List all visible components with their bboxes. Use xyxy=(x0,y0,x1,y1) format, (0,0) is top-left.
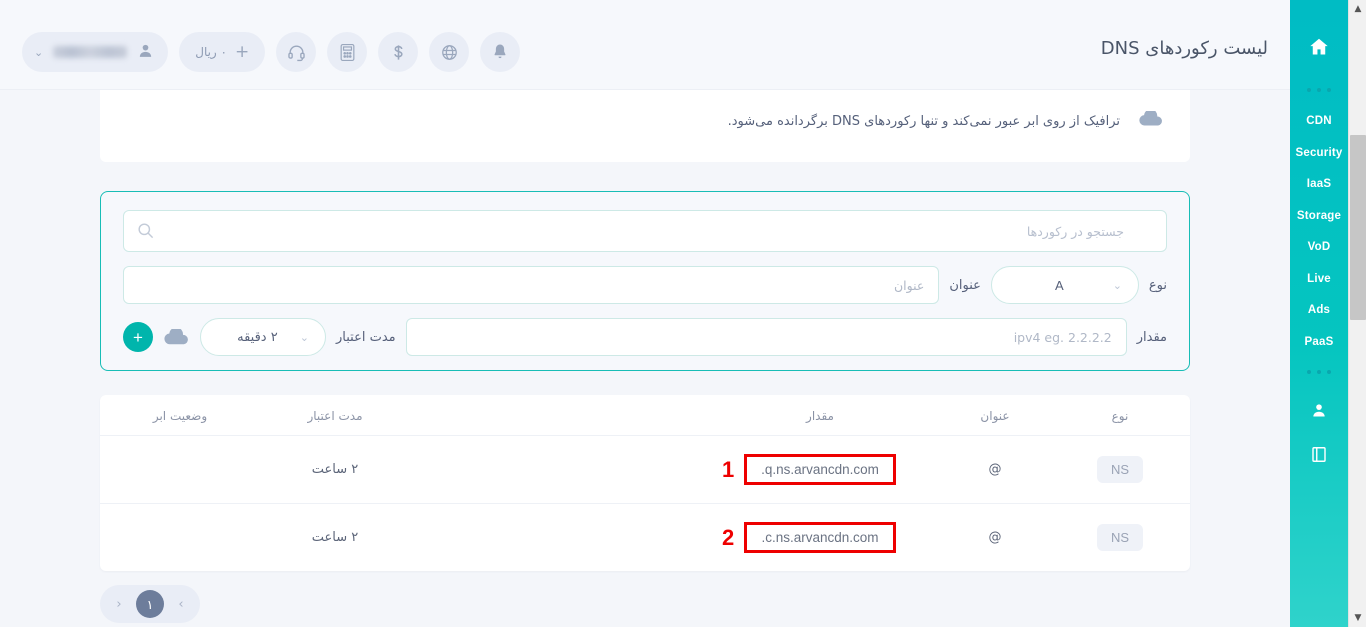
calculator-icon[interactable] xyxy=(327,32,368,72)
th-value: مقدار xyxy=(806,409,834,423)
th-type: نوع xyxy=(1111,409,1129,423)
page-title: لیست رکوردهای DNS xyxy=(1100,38,1268,59)
header-actions: ⌄ + ۰ ریال xyxy=(22,32,521,72)
pagination: ‹ ۱ › xyxy=(100,585,200,623)
table-row[interactable]: NS @ 1 q.ns.arvancdn.com. ۲ ساعت xyxy=(100,435,1190,504)
record-type-badge: NS xyxy=(1096,524,1144,551)
dns-records-table-card: نوع عنوان مقدار مدت اعتبار وضعیت ابر NS … xyxy=(100,395,1190,571)
title-input[interactable] xyxy=(123,266,940,304)
cell-title: @ xyxy=(940,503,1050,571)
cell-ttl: ۲ ساعت xyxy=(260,503,410,571)
cell-ttl: ۲ ساعت xyxy=(260,435,410,504)
sidebar-item-ads[interactable]: Ads xyxy=(1290,295,1348,327)
page-scrollbar[interactable]: ▲ ▼ xyxy=(1348,0,1366,627)
pagination-current-page[interactable]: ۱ xyxy=(136,590,164,618)
cloud-toggle-icon[interactable] xyxy=(163,328,190,346)
app-header: لیست رکوردهای DNS ⌄ + ۰ ریال xyxy=(0,0,1290,90)
nav-divider-dots-top xyxy=(1307,88,1331,92)
annotation-number: 2 xyxy=(722,524,735,550)
sidebar-item-vod[interactable]: VoD xyxy=(1290,232,1348,264)
bell-icon[interactable] xyxy=(480,32,521,72)
search-icon xyxy=(135,221,155,241)
record-value: c.ns.arvancdn.com. xyxy=(744,522,896,553)
record-type-badge: NS xyxy=(1096,456,1144,483)
cell-value: 2 c.ns.arvancdn.com. xyxy=(700,503,940,571)
user-icon xyxy=(137,42,154,63)
balance-chip[interactable]: + ۰ ریال xyxy=(179,32,266,72)
search-field-wrapper xyxy=(123,210,1167,252)
sidebar-item-storage[interactable]: Storage xyxy=(1290,201,1348,233)
sidebar-item-security[interactable]: Security xyxy=(1290,138,1348,170)
form-row-value-ttl: مقدار مدت اعتبار ⌄ ۲ دقیقه + xyxy=(123,318,1167,356)
record-value: q.ns.arvancdn.com. xyxy=(744,454,896,485)
cell-type: NS xyxy=(1050,503,1190,571)
value-label: مقدار xyxy=(1136,329,1167,345)
chevron-down-icon: ⌄ xyxy=(34,45,44,59)
balance-amount: ۰ ریال xyxy=(195,45,227,59)
pagination-next-button[interactable]: › xyxy=(170,593,192,615)
cloud-icon-grey xyxy=(1138,109,1164,131)
ttl-select[interactable]: ⌄ ۲ دقیقه xyxy=(200,318,326,356)
cell-cloud-status xyxy=(100,503,260,571)
type-select-value: A xyxy=(1054,277,1064,293)
add-record-button[interactable]: + xyxy=(123,322,153,352)
cell-spacer xyxy=(410,435,700,504)
cell-value: 1 q.ns.arvancdn.com. xyxy=(700,435,940,504)
ttl-label: مدت اعتبار xyxy=(336,329,396,345)
scrollbar-thumb[interactable] xyxy=(1350,135,1366,320)
th-cloud-status: وضعیت ابر xyxy=(152,409,208,423)
user-account-chip[interactable]: ⌄ xyxy=(22,32,169,72)
sidebar-item-live[interactable]: Live xyxy=(1290,264,1348,296)
scroll-up-arrow-icon[interactable]: ▲ xyxy=(1349,0,1366,18)
form-row-type-title: نوع ⌄ A عنوان xyxy=(123,266,1167,304)
dollar-icon[interactable] xyxy=(378,32,419,72)
headset-icon[interactable] xyxy=(276,32,317,72)
main-content: ترافیک از روی ابر عبور نمی‌کند و تنها رک… xyxy=(0,90,1290,627)
sidebar-item-paas[interactable]: PaaS xyxy=(1290,327,1348,359)
th-spacer xyxy=(410,395,700,436)
scroll-down-arrow-icon[interactable]: ▼ xyxy=(1349,609,1366,627)
record-form-panel: نوع ⌄ A عنوان مقدار مدت اعتبار ⌄ ۲ دقیقه… xyxy=(100,191,1190,371)
cell-spacer xyxy=(410,503,700,571)
ttl-select-value: ۲ دقیقه xyxy=(237,329,278,345)
type-select[interactable]: ⌄ A xyxy=(990,266,1139,304)
sidebar-item-iaas[interactable]: IaaS xyxy=(1290,169,1348,201)
cell-type: NS xyxy=(1050,435,1190,504)
table-row[interactable]: NS @ 2 c.ns.arvancdn.com. ۲ ساعت xyxy=(100,503,1190,571)
home-icon[interactable] xyxy=(1307,36,1331,80)
dns-records-table: نوع عنوان مقدار مدت اعتبار وضعیت ابر NS … xyxy=(100,395,1190,571)
search-input[interactable] xyxy=(123,210,1167,252)
cell-cloud-status xyxy=(100,435,260,504)
type-label: نوع xyxy=(1148,277,1167,293)
th-ttl: مدت اعتبار xyxy=(307,409,363,423)
th-title: عنوان xyxy=(980,409,1010,423)
cell-title: @ xyxy=(940,435,1050,504)
user-account-icon[interactable] xyxy=(1311,402,1327,423)
title-label: عنوان xyxy=(949,277,981,293)
annotation-number: 1 xyxy=(722,456,735,482)
pagination-prev-button[interactable]: ‹ xyxy=(108,593,130,615)
table-body: NS @ 1 q.ns.arvancdn.com. ۲ ساعت NS @ 2 … xyxy=(100,435,1190,571)
docs-book-icon[interactable] xyxy=(1310,445,1328,468)
globe-icon[interactable] xyxy=(429,32,470,72)
user-name-masked xyxy=(53,46,128,58)
sidebar-item-cdn[interactable]: CDN xyxy=(1290,106,1348,138)
notice-row-dns-only: ترافیک از روی ابر عبور نمی‌کند و تنها رک… xyxy=(100,99,1190,143)
plus-icon: + xyxy=(235,42,250,62)
chevron-down-icon: ⌄ xyxy=(1112,278,1122,292)
nav-divider-dots-bottom xyxy=(1307,370,1331,374)
notice-row-cut xyxy=(100,90,1190,94)
chevron-down-icon: ⌄ xyxy=(299,330,309,344)
table-header-row: نوع عنوان مقدار مدت اعتبار وضعیت ابر xyxy=(100,395,1190,436)
table-header: نوع عنوان مقدار مدت اعتبار وضعیت ابر xyxy=(100,395,1190,436)
notice-text: ترافیک از روی ابر عبور نمی‌کند و تنها رک… xyxy=(727,113,1120,129)
right-vertical-nav: CDN Security IaaS Storage VoD Live Ads P… xyxy=(1290,0,1348,627)
cloud-proxy-notice-card: ترافیک از روی ابر عبور نمی‌کند و تنها رک… xyxy=(100,90,1190,162)
value-input[interactable] xyxy=(405,318,1127,356)
